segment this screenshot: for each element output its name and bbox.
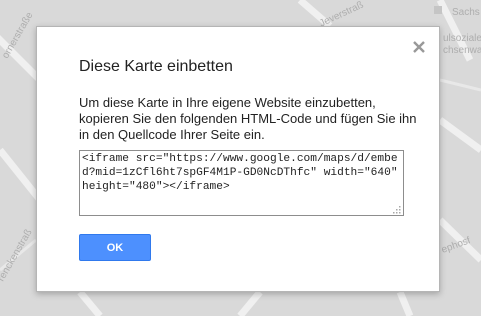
dialog-title: Diese Karte einbetten	[79, 58, 233, 75]
ok-button[interactable]: OK	[79, 234, 151, 261]
close-icon[interactable]	[411, 39, 427, 55]
embed-code-textarea[interactable]: <iframe src="https://www.google.com/maps…	[79, 150, 404, 216]
dialog-instructions: Um diese Karte in Ihre eigene Website ei…	[79, 95, 417, 142]
resize-grip-icon[interactable]	[391, 204, 401, 214]
street-label: ulsoziale	[443, 33, 481, 44]
embed-map-dialog: Diese Karte einbetten Um diese Karte in …	[36, 26, 440, 292]
street-label: Sachs	[452, 7, 480, 18]
street-label: chsenwa	[443, 45, 481, 56]
